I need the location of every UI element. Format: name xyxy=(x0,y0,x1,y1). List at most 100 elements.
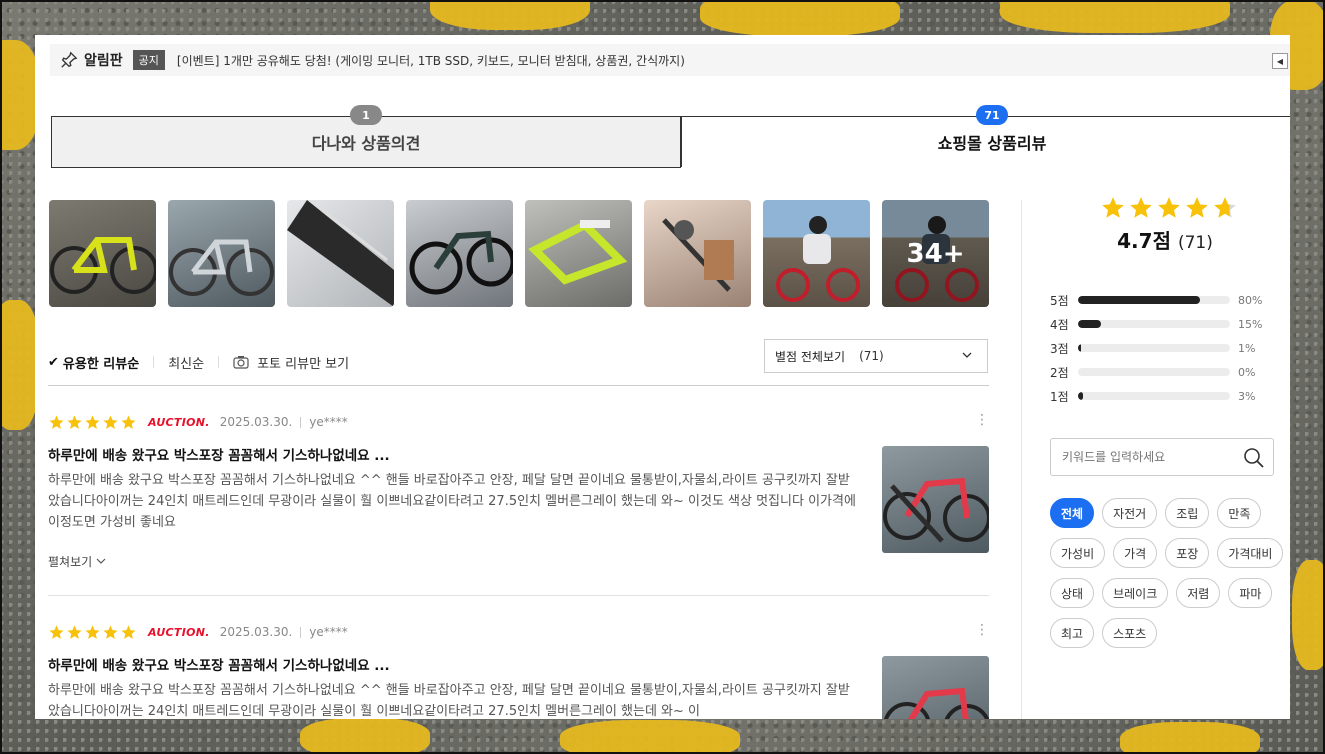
star-icon xyxy=(1130,197,1152,218)
review-photo[interactable] xyxy=(763,200,870,307)
rating-summary: 4.7점 (71) 5점 80% 4점 15% 3점 1% 2점 0% 1점 3% 전체자전거조립… xyxy=(1050,195,1284,648)
tab-count-badge: 1 xyxy=(350,105,382,125)
review-photo[interactable] xyxy=(168,200,275,307)
distribution-row: 3점 1% xyxy=(1050,336,1280,360)
review-photo[interactable] xyxy=(644,200,751,307)
distribution-row: 1점 3% xyxy=(1050,384,1280,408)
tab-danawa-opinion[interactable]: 1 다나와 상품의견 xyxy=(51,105,681,168)
notice-prev-icon[interactable]: ◀ xyxy=(1272,53,1288,69)
mall-logo: AUCTION. xyxy=(148,625,210,639)
star-icon xyxy=(121,414,136,429)
review-thumbnail[interactable] xyxy=(882,446,989,553)
keyword-tag[interactable]: 가성비 xyxy=(1050,538,1106,568)
filter-count: (71) xyxy=(859,349,884,363)
review-item: AUCTION. 2025.03.30. ye**** ⋮ 하루만에 배송 왔구… xyxy=(48,412,989,570)
rating-label: 2점 xyxy=(1050,365,1069,380)
pin-icon xyxy=(61,51,78,68)
review-count: (71) xyxy=(1177,233,1213,253)
distribution-row: 2점 0% xyxy=(1050,360,1280,384)
review-body: 하루만에 배송 왔구요 박스포장 꼼꼼해서 기스하나없네요 ^^ 핸들 바로잡아… xyxy=(48,473,856,530)
keyword-tag[interactable]: 브레이크 xyxy=(1102,578,1169,608)
review-body: 하루만에 배송 왔구요 박스포장 꼼꼼해서 기스하나없네요 ^^ 핸들 바로잡아… xyxy=(48,683,850,719)
keyword-tag[interactable]: 가격 xyxy=(1113,538,1158,568)
search-input[interactable] xyxy=(1060,449,1244,465)
more-options-icon[interactable]: ⋮ xyxy=(975,622,989,638)
notice-title: 알림판 xyxy=(84,53,123,69)
tab-mall-reviews[interactable]: 71 쇼핑몰 상품리뷰 xyxy=(681,105,1290,167)
average-stars xyxy=(1058,195,1280,221)
review-title[interactable]: 하루만에 배송 왔구요 박스포장 꼼꼼해서 기스하나없네요 ... xyxy=(48,654,989,674)
review-photo[interactable] xyxy=(49,200,156,307)
review-photo[interactable] xyxy=(525,200,632,307)
keyword-tag[interactable]: 포장 xyxy=(1165,538,1210,568)
keyword-tag[interactable]: 최고 xyxy=(1050,618,1095,648)
rating-bar xyxy=(1078,344,1230,352)
review-user: ye**** xyxy=(309,625,348,639)
rating-label: 1점 xyxy=(1050,389,1069,404)
star-icon xyxy=(103,414,118,429)
review-photo[interactable] xyxy=(287,200,394,307)
keyword-tag[interactable]: 상태 xyxy=(1050,578,1095,608)
star-icon xyxy=(1214,197,1236,218)
notice-text[interactable]: [이벤트] 1개만 공유해도 당첨! (게이밍 모니터, 1TB SSD, 키보… xyxy=(177,52,685,69)
review-photo-more[interactable]: 34+ xyxy=(882,200,989,307)
keyword-tag[interactable]: 만족 xyxy=(1217,498,1262,528)
chevron-down-icon xyxy=(96,558,106,564)
sort-bar: ✔ 유용한 리뷰순 최신순 포토 리뷰만 보기 별점 전체보기 (71) xyxy=(48,339,988,385)
rating-bar xyxy=(1078,296,1230,304)
review-photo[interactable] xyxy=(406,200,513,307)
review-stars xyxy=(48,414,138,431)
rating-percent: 3% xyxy=(1238,389,1256,403)
more-photos-label: 34+ xyxy=(882,200,989,307)
rating-bar-fill xyxy=(1078,392,1083,400)
filter-label: 별점 전체보기 xyxy=(775,349,846,364)
rating-filter-dropdown[interactable]: 별점 전체보기 (71) xyxy=(764,339,988,373)
divider xyxy=(48,595,989,596)
rating-bar xyxy=(1078,320,1230,328)
rating-distribution: 5점 80% 4점 15% 3점 1% 2점 0% 1점 3% xyxy=(1050,288,1280,408)
star-icon xyxy=(49,624,64,639)
distribution-row: 5점 80% xyxy=(1050,288,1280,312)
keyword-tag[interactable]: 전체 xyxy=(1050,498,1095,528)
notice-bar: 알림판 공지 [이벤트] 1개만 공유해도 당첨! (게이밍 모니터, 1TB … xyxy=(50,44,1290,76)
star-icon xyxy=(49,414,64,429)
review-title[interactable]: 하루만에 배송 왔구요 박스포장 꼼꼼해서 기스하나없네요 ... xyxy=(48,444,989,464)
review-date: 2025.03.30. xyxy=(219,415,293,429)
average-score: 4.7점 (71) xyxy=(1117,229,1213,253)
search-icon[interactable] xyxy=(1243,447,1265,469)
star-icon xyxy=(67,624,82,639)
keyword-tag[interactable]: 자전거 xyxy=(1102,498,1158,528)
keyword-tag[interactable]: 스포츠 xyxy=(1102,618,1158,648)
rating-bar-fill xyxy=(1078,296,1200,304)
camera-icon xyxy=(233,356,249,369)
review-stars xyxy=(48,624,138,641)
review-thumbnail[interactable] xyxy=(882,656,989,719)
review-date: 2025.03.30. xyxy=(219,625,293,639)
sort-helpful[interactable]: ✔ 유용한 리뷰순 xyxy=(48,353,139,372)
sort-latest[interactable]: 최신순 xyxy=(168,353,204,372)
rating-label: 3점 xyxy=(1050,341,1069,356)
rating-bar-fill xyxy=(1078,320,1101,328)
star-icon xyxy=(1102,197,1124,218)
keyword-tag[interactable]: 조립 xyxy=(1165,498,1210,528)
keyword-tag[interactable]: 가격대비 xyxy=(1217,538,1284,568)
keyword-tag[interactable]: 파마 xyxy=(1228,578,1273,608)
sidebar-divider xyxy=(1021,200,1022,719)
more-options-icon[interactable]: ⋮ xyxy=(975,412,989,428)
star-icon xyxy=(85,414,100,429)
divider xyxy=(48,385,989,386)
star-icon xyxy=(1186,197,1208,218)
rating-label: 4점 xyxy=(1050,317,1069,332)
rating-percent: 80% xyxy=(1238,293,1263,307)
rating-bar-fill xyxy=(1078,344,1082,352)
keyword-search xyxy=(1050,438,1274,476)
photo-only-toggle[interactable]: 포토 리뷰만 보기 xyxy=(233,353,349,372)
rating-percent: 0% xyxy=(1238,365,1256,379)
expand-button[interactable]: 펼쳐보기 xyxy=(48,553,989,570)
star-icon xyxy=(121,624,136,639)
keyword-tag[interactable]: 저렴 xyxy=(1176,578,1221,608)
star-icon xyxy=(103,624,118,639)
notice-badge: 공지 xyxy=(132,50,165,70)
rating-percent: 1% xyxy=(1238,341,1256,355)
tab-count-badge: 71 xyxy=(976,105,1008,125)
